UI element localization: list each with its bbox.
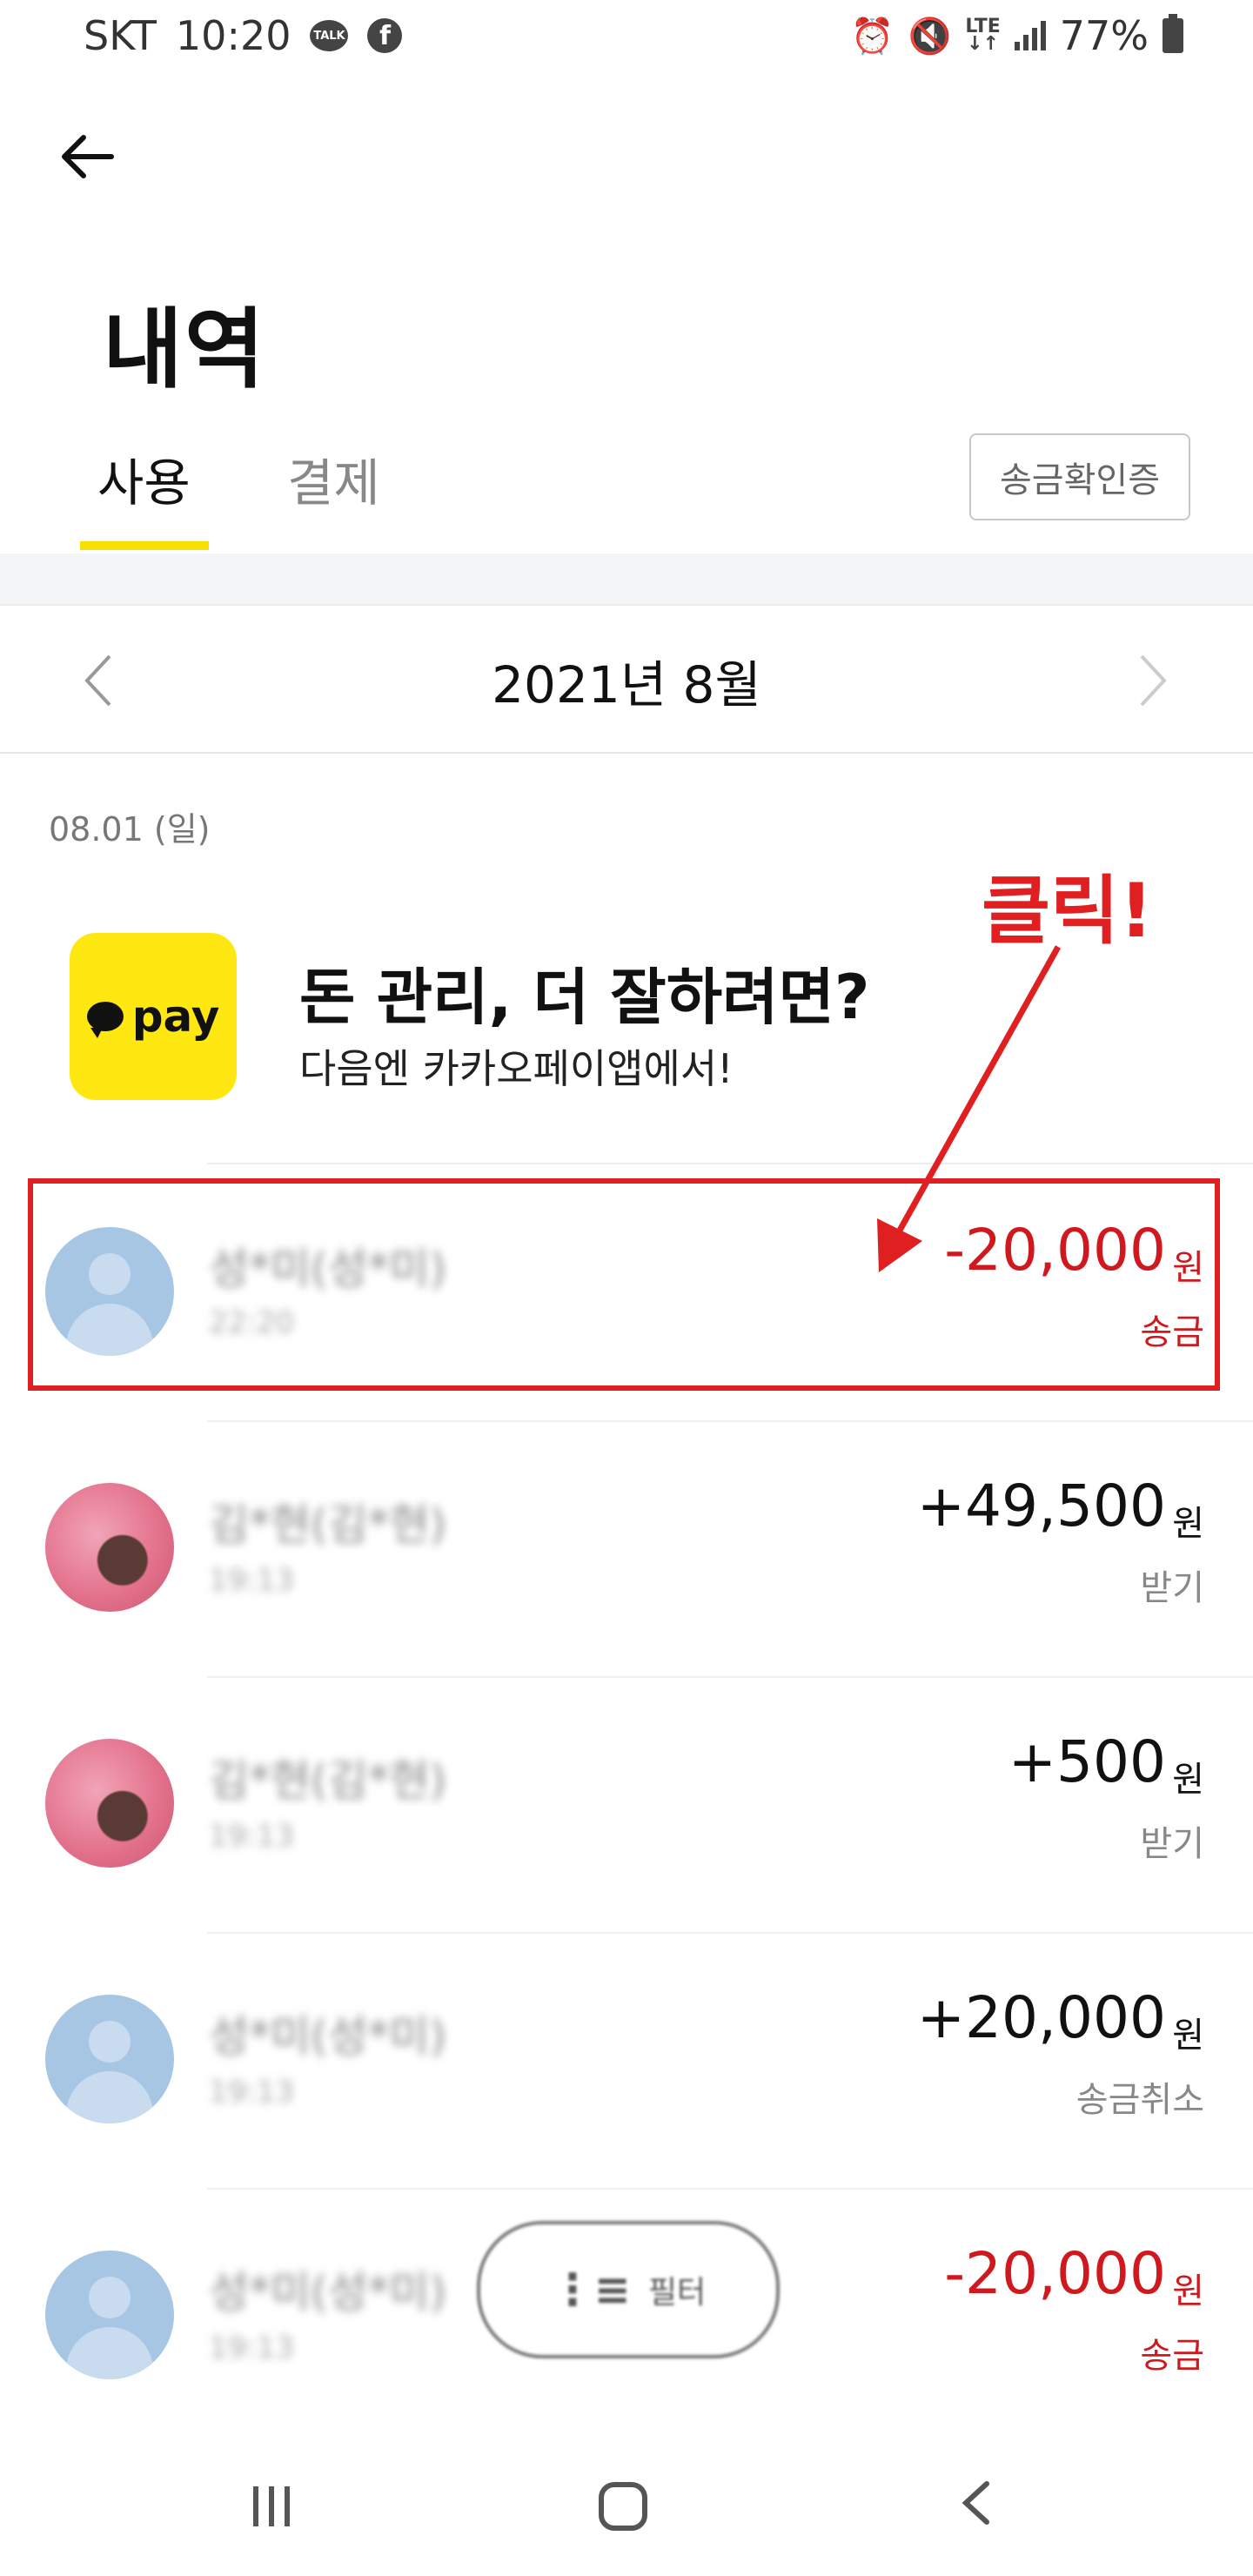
- back-button[interactable]: [52, 122, 122, 191]
- banner-subtitle[interactable]: 다음엔 카카오페이앱에서!: [299, 1037, 734, 1095]
- divider: [0, 752, 1253, 754]
- divider: [207, 1420, 1253, 1422]
- arrow-left-icon: [62, 135, 114, 178]
- alarm-icon: ⏰: [850, 16, 895, 57]
- divider: [207, 1163, 1253, 1164]
- status-bar-left: SKT 10:20 TALK f: [84, 12, 403, 59]
- transaction-amount[interactable]: -20,000: [944, 2240, 1166, 2307]
- tab-payment[interactable]: 결제: [287, 442, 380, 515]
- transaction-time: 19:13: [209, 2331, 294, 2365]
- signal-icon: [1014, 21, 1046, 50]
- annotation-arrow-icon: [877, 945, 1062, 1272]
- avatar: [45, 2251, 174, 2379]
- filter-button[interactable]: ⋮≡ 필터: [477, 2221, 780, 2358]
- facebook-notification-icon: f: [367, 18, 403, 53]
- divider: [207, 1676, 1253, 1678]
- page-title: 내역: [103, 299, 266, 400]
- transaction-name[interactable]: 김*현(김*현): [209, 1490, 446, 1553]
- user-placeholder-icon: [89, 2021, 131, 2063]
- chevron-left-icon: [962, 2481, 989, 2525]
- transaction-amount[interactable]: +20,000: [917, 1984, 1166, 2051]
- avatar: [45, 1995, 174, 2123]
- transaction-time: 19:13: [209, 1819, 294, 1854]
- currency-unit: 원: [1172, 2016, 1204, 2056]
- transaction-type: 송금: [1140, 2336, 1204, 2376]
- date-group-label: 08.01 (일): [49, 810, 211, 849]
- pay-logo-text: pay: [131, 991, 220, 1042]
- transaction-amount[interactable]: +49,500: [917, 1472, 1166, 1540]
- user-placeholder-icon: [89, 2277, 131, 2318]
- transaction-type: 받기: [1140, 1824, 1204, 1864]
- battery-percent: 77%: [1059, 12, 1149, 59]
- system-back-button[interactable]: [952, 2477, 1004, 2529]
- status-bar-right: ⏰ 🔇 LTE ↓↑ 77%: [851, 12, 1183, 59]
- transaction-name[interactable]: 성*미(성*미): [209, 2002, 446, 2064]
- banner-title[interactable]: 돈 관리, 더 잘하려면?: [299, 949, 870, 1036]
- network-label: LTE: [965, 16, 1001, 37]
- divider: [207, 1932, 1253, 1934]
- transaction-time: 19:13: [209, 2075, 294, 2110]
- currency-unit: 원: [1172, 2271, 1204, 2311]
- transaction-name[interactable]: 김*현(김*현): [209, 1746, 446, 1808]
- filter-label: 필터: [647, 2275, 707, 2311]
- transaction-type: 받기: [1140, 1568, 1204, 1608]
- filter-icon: ⋮≡: [550, 2264, 631, 2315]
- kakaotalk-notification-icon: TALK: [310, 20, 349, 51]
- battery-icon: [1163, 14, 1183, 53]
- tab-use[interactable]: 사용: [97, 442, 191, 515]
- kakaopay-logo[interactable]: pay: [70, 933, 237, 1100]
- transaction-amount[interactable]: +500: [1008, 1728, 1166, 1795]
- home-button[interactable]: [599, 2482, 647, 2531]
- recent-apps-button[interactable]: [245, 2480, 298, 2532]
- section-separator: [0, 553, 1253, 606]
- transfer-certificate-button[interactable]: 송금확인증: [969, 433, 1190, 520]
- clock: 10:20: [175, 12, 291, 59]
- divider: [207, 2188, 1253, 2190]
- lte-icon: LTE ↓↑: [965, 16, 1001, 55]
- active-tab-indicator: [80, 541, 209, 550]
- transaction-time: 19:13: [209, 1563, 294, 1598]
- transaction-name[interactable]: 성*미(성*미): [209, 2257, 446, 2320]
- mute-icon: 🔇: [908, 16, 952, 57]
- carrier-label: SKT: [84, 12, 157, 59]
- transaction-type: 송금취소: [1075, 2080, 1204, 2120]
- chevron-right-icon: [1140, 654, 1167, 707]
- speech-bubble-icon: [86, 1002, 124, 1038]
- currency-unit: 원: [1172, 1504, 1204, 1544]
- avatar: [45, 1483, 174, 1612]
- avatar: [45, 1739, 174, 1868]
- next-month-button[interactable]: [1131, 646, 1175, 715]
- currency-unit: 원: [1172, 1760, 1204, 1800]
- current-month-label: 2021년 8월: [492, 655, 761, 714]
